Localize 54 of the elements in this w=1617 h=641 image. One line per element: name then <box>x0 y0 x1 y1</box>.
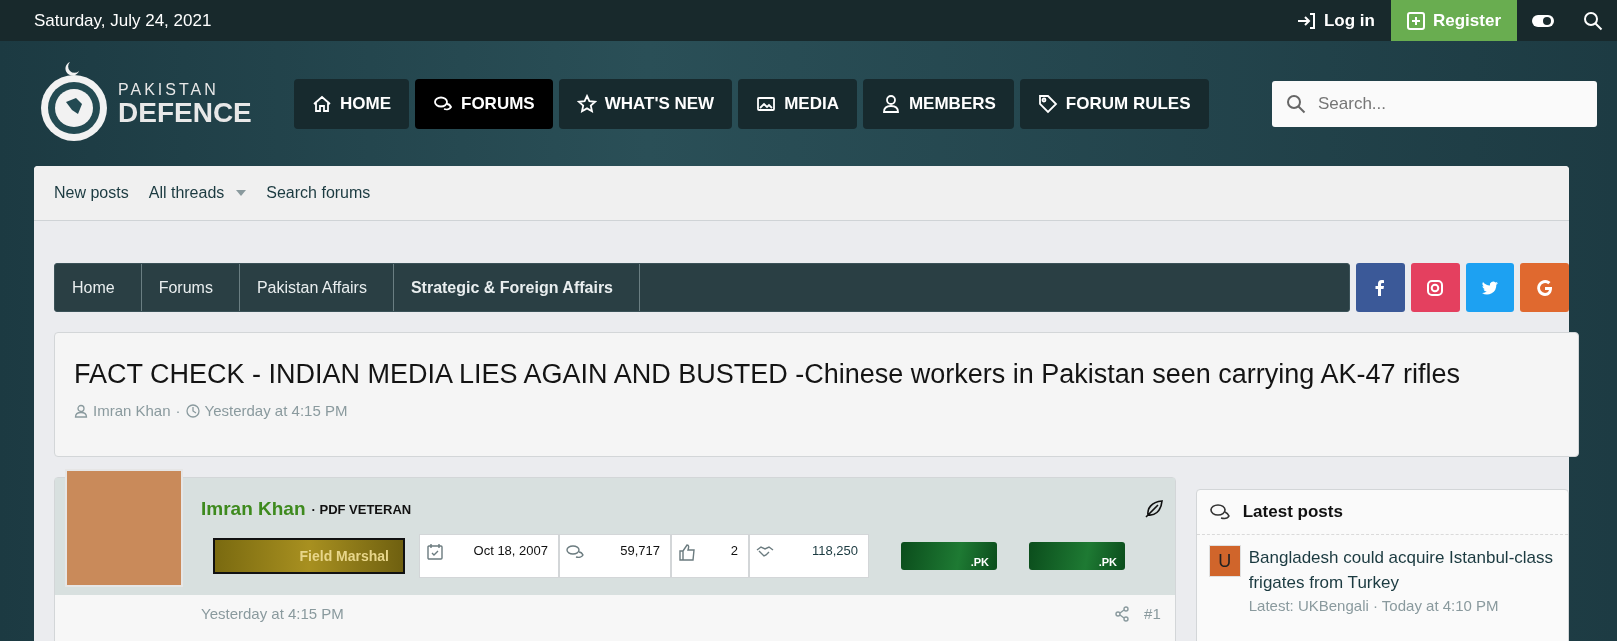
google-icon <box>1534 277 1555 298</box>
user-title: · PDF VETERAN <box>311 501 412 517</box>
stat-cell: 2 <box>671 534 749 578</box>
nav-icon <box>880 93 901 114</box>
chat-icon <box>1208 502 1231 522</box>
nav-tab[interactable]: MEDIA <box>738 78 857 129</box>
search-icon[interactable] <box>1583 10 1603 31</box>
flag-banner: .PK <box>901 542 997 570</box>
stat-cell: Oct 18, 2007 <box>419 534 559 578</box>
nav-tab[interactable]: HOME <box>294 78 409 129</box>
thumbs-up-icon <box>678 543 696 561</box>
flag-banner: .PK <box>1029 542 1125 570</box>
post-link[interactable]: Bangladesh could acquire Istanbul-class frigates from Turkey <box>1248 545 1556 595</box>
rank-banner: Field Marshal <box>213 538 405 574</box>
sub-nav-link[interactable]: New posts <box>54 184 129 202</box>
user-icon <box>74 403 88 418</box>
search-icon <box>1286 93 1306 114</box>
logo-text: DEFENCE <box>118 98 252 127</box>
nav-tab[interactable]: MEMBERS <box>862 78 1014 129</box>
login-link[interactable]: Log in <box>1280 10 1391 31</box>
sub-nav-link[interactable]: All threads <box>148 184 247 202</box>
toggle-icon[interactable] <box>1531 13 1555 28</box>
instagram-icon <box>1425 277 1446 298</box>
social-button[interactable] <box>1465 263 1515 312</box>
post-meta: Latest: UKBengali · Today at 4:10 PM <box>1248 597 1500 614</box>
thread-title: FACT CHECK - INDIAN MEDIA LIES AGAIN AND BUSTED -Chinese workers in Pakistan seen carrying AK-47 rifles <box>74 359 1461 390</box>
sidebar-title: Latest posts <box>1242 502 1343 522</box>
chat-icon <box>566 543 584 561</box>
nav-icon <box>1037 93 1058 114</box>
sub-nav-link[interactable]: Search forums <box>266 184 371 202</box>
plus-square-icon <box>1406 11 1425 30</box>
social-button[interactable] <box>1410 263 1460 312</box>
nav-tab[interactable]: FORUM RULES <box>1019 78 1209 129</box>
stat-cell: 118,250 <box>749 534 869 578</box>
nav-tab[interactable]: FORUMS <box>415 78 553 129</box>
breadcrumb-link[interactable]: Strategic & Foreign Affairs <box>393 264 640 311</box>
breadcrumb-link[interactable]: Home <box>55 264 142 311</box>
date-text: Saturday, July 24, 2021 <box>34 10 212 31</box>
nav-icon <box>576 93 597 114</box>
calendar-icon <box>426 543 444 561</box>
breadcrumb-link[interactable]: Forums <box>141 264 240 311</box>
search-field[interactable]: Search... <box>1272 80 1597 127</box>
stat-cell: 59,717 <box>559 534 671 578</box>
social-button[interactable] <box>1356 263 1405 312</box>
nav-tab[interactable]: WHAT'S NEW <box>558 78 733 129</box>
avatar-letter: U <box>1208 545 1241 577</box>
social-button[interactable] <box>1520 263 1569 312</box>
share-icon[interactable] <box>1114 605 1131 622</box>
breadcrumb-link[interactable]: Pakistan Affairs <box>239 264 394 311</box>
clock-icon <box>185 403 200 418</box>
logo-text: PAKISTAN <box>118 80 220 99</box>
separator-dot: · <box>175 402 181 419</box>
nav-icon <box>312 93 332 114</box>
login-icon <box>1296 11 1316 30</box>
